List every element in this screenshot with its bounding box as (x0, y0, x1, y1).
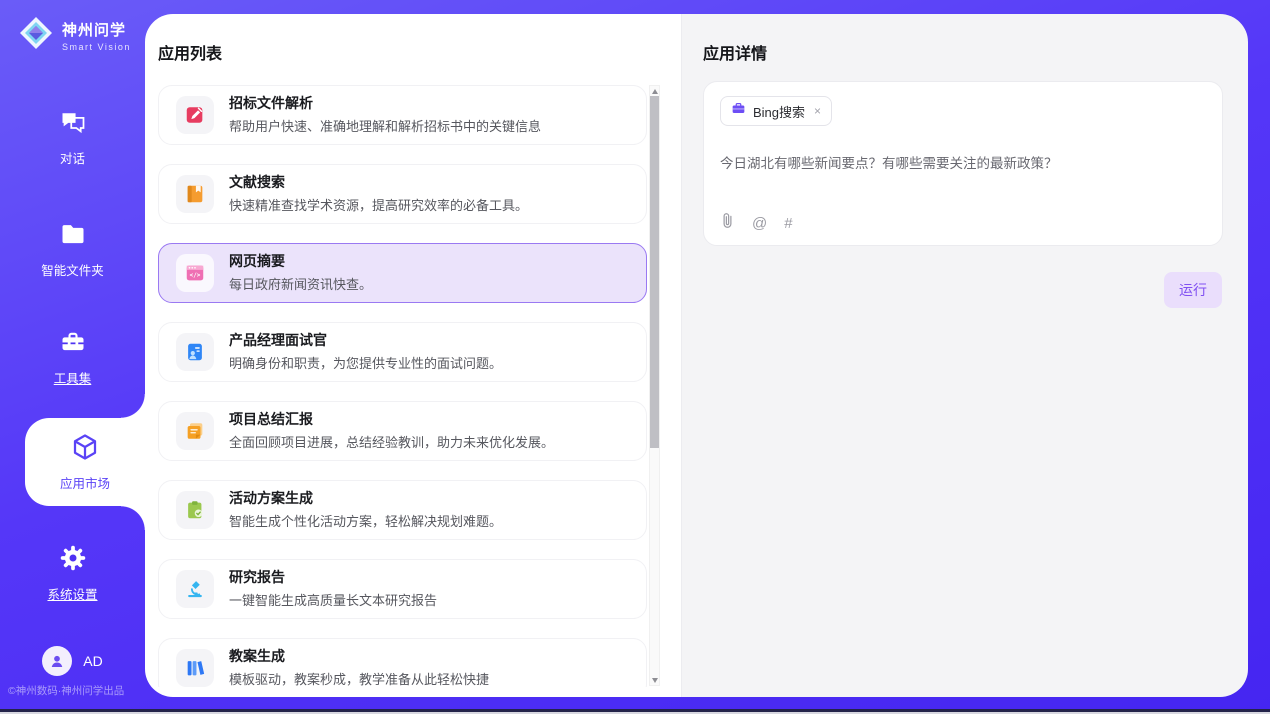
briefcase-icon (731, 101, 746, 121)
prompt-toolbar: @ # (720, 212, 793, 234)
sidebar-item-app-market[interactable]: 应用市场 (25, 418, 145, 506)
svg-text:</>: </> (190, 272, 201, 279)
chat-icon (59, 108, 87, 141)
app-desc: 一键智能生成高质量长文本研究报告 (229, 590, 437, 609)
close-icon[interactable]: × (814, 104, 821, 118)
toolbox-icon (59, 328, 87, 361)
app-desc: 快速精准查找学术资源，提高研究效率的必备工具。 (229, 195, 528, 214)
app-card-web-summary[interactable]: </> 网页摘要 每日政府新闻资讯快查。 (158, 243, 647, 303)
paperclip-icon[interactable] (720, 212, 735, 234)
app-name: 活动方案生成 (229, 490, 502, 508)
app-card-bid-parse[interactable]: 招标文件解析 帮助用户快速、准确地理解和解析招标书中的关键信息 (158, 85, 647, 145)
app-desc: 全面回顾项目进展，总结经验教训，助力未来优化发展。 (229, 432, 554, 451)
folder-icon (59, 220, 87, 253)
browser-code-icon: </> (176, 254, 214, 292)
app-card-event-plan[interactable]: 活动方案生成 智能生成个性化活动方案，轻松解决规划难题。 (158, 480, 647, 540)
run-button[interactable]: 运行 (1164, 272, 1222, 308)
app-name: 研究报告 (229, 569, 437, 587)
microscope-icon (176, 570, 214, 608)
sidebar-item-label: 系统设置 (47, 584, 97, 603)
app-desc: 每日政府新闻资讯快查。 (229, 274, 372, 293)
main-content: 应用列表 招标文件解析 帮助用户快速、准确地理解和解析招标书中的关键信息 (145, 14, 1248, 697)
sidebar-item-chat[interactable]: 对话 (0, 108, 145, 167)
user-row[interactable]: AD (0, 646, 145, 676)
interviewer-icon (176, 333, 214, 371)
scrollbar-down-arrow-icon[interactable] (650, 675, 659, 685)
doc-edit-icon (176, 96, 214, 134)
at-icon[interactable]: @ (752, 216, 767, 231)
sidebar: 神州问学 Smart Vision 对话 智能文件夹 (0, 0, 145, 714)
brand-subtitle: Smart Vision (62, 42, 131, 52)
brand-diamond-icon (17, 14, 55, 57)
app-list-scrollbar[interactable] (649, 85, 660, 686)
sidebar-item-label: 对话 (60, 148, 85, 167)
tool-chip-bing-search[interactable]: Bing搜索 × (720, 96, 832, 126)
app-card-project-summary[interactable]: 项目总结汇报 全面回顾项目进展，总结经验教训，助力未来优化发展。 (158, 401, 647, 461)
app-name: 教案生成 (229, 648, 489, 666)
scrollbar-thumb[interactable] (650, 96, 659, 448)
sidebar-item-label: 工具集 (54, 368, 92, 387)
app-desc: 明确身份和职责，为您提供专业性的面试问题。 (229, 353, 502, 372)
sidebar-item-smart-folder[interactable]: 智能文件夹 (0, 220, 145, 279)
app-list-panel: 应用列表 招标文件解析 帮助用户快速、准确地理解和解析招标书中的关键信息 (145, 14, 681, 697)
scrollbar-up-arrow-icon[interactable] (650, 86, 659, 96)
user-name: AD (83, 653, 102, 669)
app-name: 文献搜索 (229, 174, 528, 192)
tool-chip-label: Bing搜索 (753, 102, 805, 121)
app-card-literature-search[interactable]: 文献搜索 快速精准查找学术资源，提高研究效率的必备工具。 (158, 164, 647, 224)
brand-name: 神州问学 (62, 19, 131, 40)
app-name: 网页摘要 (229, 253, 372, 271)
app-list-title: 应用列表 (158, 40, 222, 64)
gear-icon (59, 544, 87, 577)
app-desc: 智能生成个性化活动方案，轻松解决规划难题。 (229, 511, 502, 530)
app-list: 招标文件解析 帮助用户快速、准确地理解和解析招标书中的关键信息 文献搜索 快速精… (158, 85, 647, 687)
app-detail-title: 应用详情 (703, 40, 767, 64)
notes-icon (176, 412, 214, 450)
hash-icon[interactable]: # (784, 216, 792, 231)
sidebar-item-toolset[interactable]: 工具集 (0, 328, 145, 387)
active-tab-curve-top (121, 394, 145, 418)
app-name: 项目总结汇报 (229, 411, 554, 429)
sidebar-item-label: 智能文件夹 (41, 260, 104, 279)
app-name: 产品经理面试官 (229, 332, 502, 350)
app-card-research-report[interactable]: 研究报告 一键智能生成高质量长文本研究报告 (158, 559, 647, 619)
app-card-lesson-plan[interactable]: 教案生成 模板驱动，教案秒成，教学准备从此轻松快捷 (158, 638, 647, 687)
app-detail-panel: 应用详情 Bing搜索 × 今日湖北有哪些新闻要点？有哪些需要关注的最新政策？ (681, 14, 1248, 697)
copyright-text: ©神州数码·神州问学出品 (8, 683, 148, 698)
prompt-text[interactable]: 今日湖北有哪些新闻要点？有哪些需要关注的最新政策？ (720, 152, 1206, 172)
app-desc: 帮助用户快速、准确地理解和解析招标书中的关键信息 (229, 116, 541, 135)
cube-icon (70, 432, 100, 467)
books-icon (176, 649, 214, 687)
clipboard-check-icon (176, 491, 214, 529)
app-desc: 模板驱动，教案秒成，教学准备从此轻松快捷 (229, 669, 489, 687)
active-tab-curve-bottom (121, 506, 145, 530)
book-icon (176, 175, 214, 213)
sidebar-item-settings[interactable]: 系统设置 (0, 544, 145, 603)
app-name: 招标文件解析 (229, 95, 541, 113)
sidebar-item-label: 应用市场 (60, 473, 110, 492)
avatar (42, 646, 72, 676)
app-card-pm-interviewer[interactable]: 产品经理面试官 明确身份和职责，为您提供专业性的面试问题。 (158, 322, 647, 382)
brand-logo: 神州问学 Smart Vision (17, 14, 131, 57)
prompt-card[interactable]: Bing搜索 × 今日湖北有哪些新闻要点？有哪些需要关注的最新政策？ @ # (703, 81, 1223, 246)
